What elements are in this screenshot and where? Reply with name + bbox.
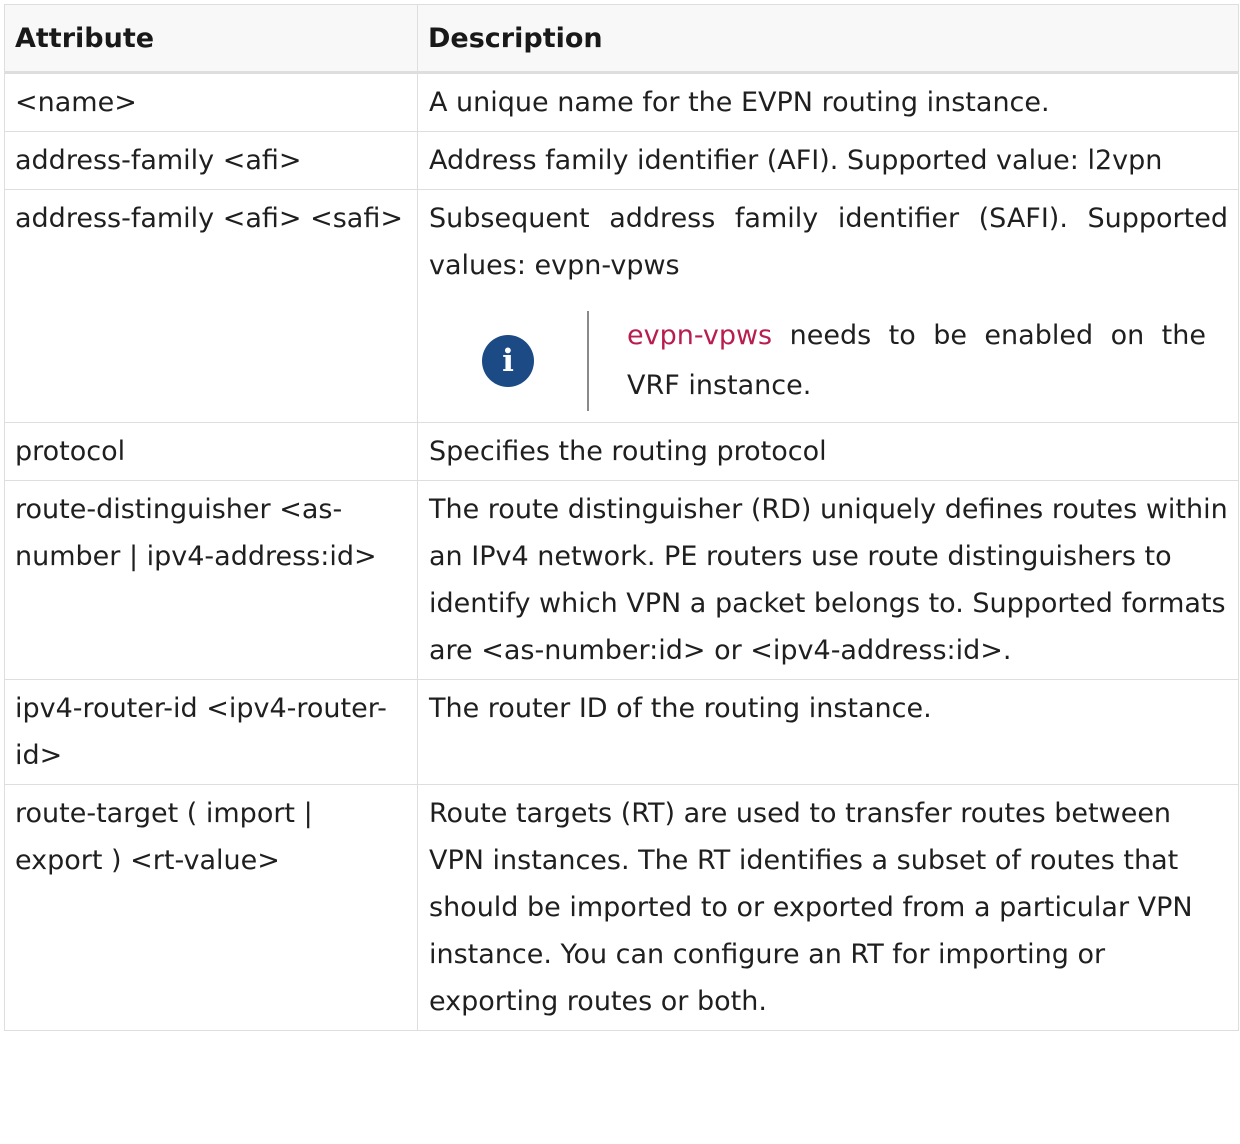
attributes-table: Attribute Description <name> A unique na… (4, 4, 1239, 1031)
attribute-cell: route-distinguisher <as-number | ipv4-ad… (4, 480, 418, 680)
header-attribute: Attribute (4, 4, 418, 74)
table-row: ipv4-router-id <ipv4-router-id> The rout… (4, 679, 1239, 785)
table-row: address-family <afi> <safi> Subsequent a… (4, 189, 1239, 423)
description-text: Subsequent address family identifier (SA… (429, 203, 1228, 281)
note-icon-wrap: i (429, 335, 587, 387)
description-cell: The router ID of the routing instance. (417, 679, 1239, 785)
attribute-cell: <name> (4, 72, 418, 132)
description-cell: Subsequent address family identifier (SA… (417, 189, 1239, 423)
note-admonition: i evpn-vpws needs to be enabled on the V… (429, 311, 1228, 411)
table-header-row: Attribute Description (4, 4, 1239, 74)
description-cell: The route distinguisher (RD) uniquely de… (417, 480, 1239, 680)
attribute-cell: address-family <afi> (4, 131, 418, 190)
description-cell: A unique name for the EVPN routing insta… (417, 72, 1239, 132)
description-cell: Specifies the routing protocol (417, 422, 1239, 481)
table-row: route-distinguisher <as-number | ipv4-ad… (4, 480, 1239, 680)
info-icon: i (482, 335, 534, 387)
table-row: <name> A unique name for the EVPN routin… (4, 72, 1239, 132)
table-row: protocol Specifies the routing protocol (4, 422, 1239, 481)
attribute-cell: route-target ( import | export ) <rt-val… (4, 784, 418, 1031)
description-cell: Route targets (RT) are used to transfer … (417, 784, 1239, 1031)
description-cell: Address family identifier (AFI). Support… (417, 131, 1239, 190)
attribute-cell: protocol (4, 422, 418, 481)
table-row: route-target ( import | export ) <rt-val… (4, 784, 1239, 1031)
header-description: Description (417, 4, 1239, 74)
note-content: evpn-vpws needs to be enabled on the VRF… (587, 311, 1228, 411)
note-code-term: evpn-vpws (627, 320, 773, 351)
attribute-cell: ipv4-router-id <ipv4-router-id> (4, 679, 418, 785)
table-row: address-family <afi> Address family iden… (4, 131, 1239, 190)
attribute-cell: address-family <afi> <safi> (4, 189, 418, 423)
